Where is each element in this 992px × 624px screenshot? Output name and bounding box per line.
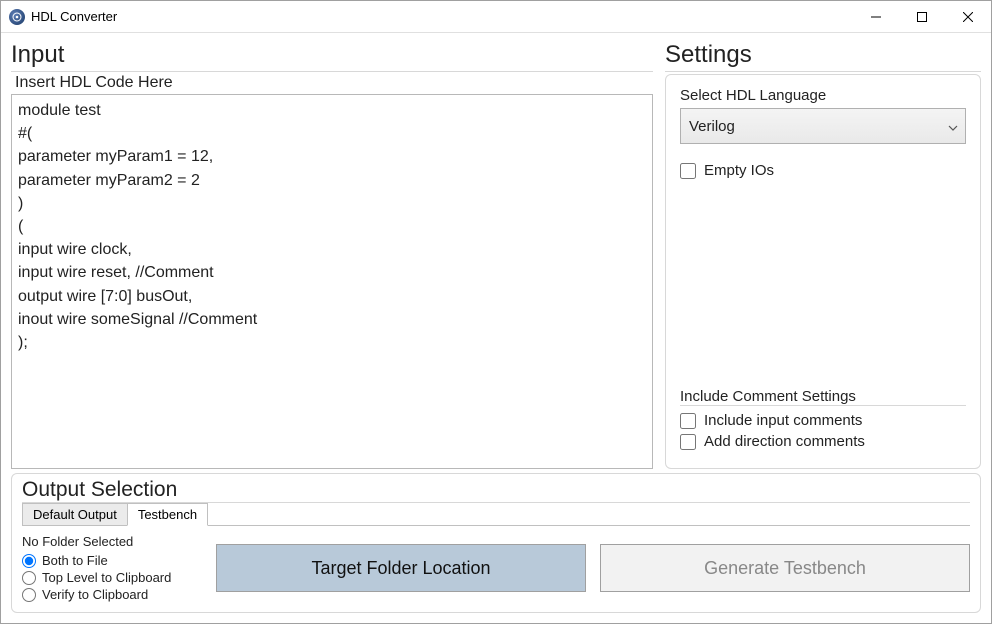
- titlebar: HDL Converter: [1, 1, 991, 33]
- app-window: HDL Converter Input Insert HDL Code Here…: [0, 0, 992, 624]
- target-folder-button[interactable]: Target Folder Location: [216, 544, 586, 592]
- radio-top-to-clipboard-row[interactable]: Top Level to Clipboard: [22, 570, 202, 585]
- app-icon: [9, 9, 25, 25]
- hdl-code-input[interactable]: [11, 94, 653, 469]
- close-icon: [963, 12, 973, 22]
- radio-both-to-file-label: Both to File: [42, 553, 108, 568]
- language-select[interactable]: Verilog: [680, 108, 966, 144]
- radio-verify-to-clipboard-label: Verify to Clipboard: [42, 587, 148, 602]
- window-title: HDL Converter: [31, 9, 117, 24]
- radio-top-to-clipboard[interactable]: [22, 571, 36, 585]
- radio-verify-to-clipboard[interactable]: [22, 588, 36, 602]
- output-target-column: No Folder Selected Both to File Top Leve…: [22, 534, 202, 602]
- minimize-button[interactable]: [853, 1, 899, 32]
- empty-ios-checkbox-row[interactable]: Empty IOs: [680, 162, 966, 179]
- radio-top-to-clipboard-label: Top Level to Clipboard: [42, 570, 171, 585]
- output-buttons: Target Folder Location Generate Testbenc…: [216, 534, 970, 602]
- folder-status: No Folder Selected: [22, 534, 202, 549]
- settings-panel: Settings Select HDL Language Verilog: [665, 41, 981, 469]
- tab-body-testbench: No Folder Selected Both to File Top Leve…: [22, 525, 970, 602]
- include-input-comments-checkbox[interactable]: [680, 413, 696, 429]
- add-direction-comments-label: Add direction comments: [704, 433, 865, 450]
- add-direction-comments-row[interactable]: Add direction comments: [680, 433, 966, 450]
- radio-verify-to-clipboard-row[interactable]: Verify to Clipboard: [22, 587, 202, 602]
- titlebar-left: HDL Converter: [1, 9, 853, 25]
- language-label: Select HDL Language: [680, 87, 966, 104]
- settings-panel-title: Settings: [665, 41, 981, 72]
- settings-box: Select HDL Language Verilog Empty: [665, 74, 981, 469]
- output-panel: Output Selection Default Output Testbenc…: [11, 473, 981, 613]
- radio-both-to-file-row[interactable]: Both to File: [22, 553, 202, 568]
- include-input-comments-label: Include input comments: [704, 412, 862, 429]
- input-panel-title: Input: [11, 41, 653, 72]
- language-select-wrap: Verilog: [680, 108, 966, 144]
- empty-ios-checkbox[interactable]: [680, 163, 696, 179]
- output-tabstrip: Default Output Testbench: [22, 502, 970, 525]
- input-label: Insert HDL Code Here: [11, 74, 653, 92]
- empty-ios-label: Empty IOs: [704, 162, 774, 179]
- close-button[interactable]: [945, 1, 991, 32]
- comment-settings-title: Include Comment Settings: [680, 388, 966, 406]
- language-select-value: Verilog: [689, 118, 735, 135]
- comment-settings-group: Include Comment Settings Include input c…: [680, 388, 966, 454]
- window-controls: [853, 1, 991, 32]
- maximize-icon: [917, 12, 927, 22]
- tab-default-output[interactable]: Default Output: [22, 503, 128, 526]
- language-field: Select HDL Language Verilog: [680, 87, 966, 144]
- input-panel: Input Insert HDL Code Here: [11, 41, 653, 469]
- tab-testbench[interactable]: Testbench: [127, 503, 208, 526]
- radio-both-to-file[interactable]: [22, 554, 36, 568]
- output-panel-title: Output Selection: [22, 478, 970, 503]
- content-area: Input Insert HDL Code Here Settings Sele…: [1, 33, 991, 623]
- generate-testbench-button[interactable]: Generate Testbench: [600, 544, 970, 592]
- include-input-comments-row[interactable]: Include input comments: [680, 412, 966, 429]
- maximize-button[interactable]: [899, 1, 945, 32]
- add-direction-comments-checkbox[interactable]: [680, 434, 696, 450]
- minimize-icon: [871, 12, 881, 22]
- top-row: Input Insert HDL Code Here Settings Sele…: [11, 41, 981, 469]
